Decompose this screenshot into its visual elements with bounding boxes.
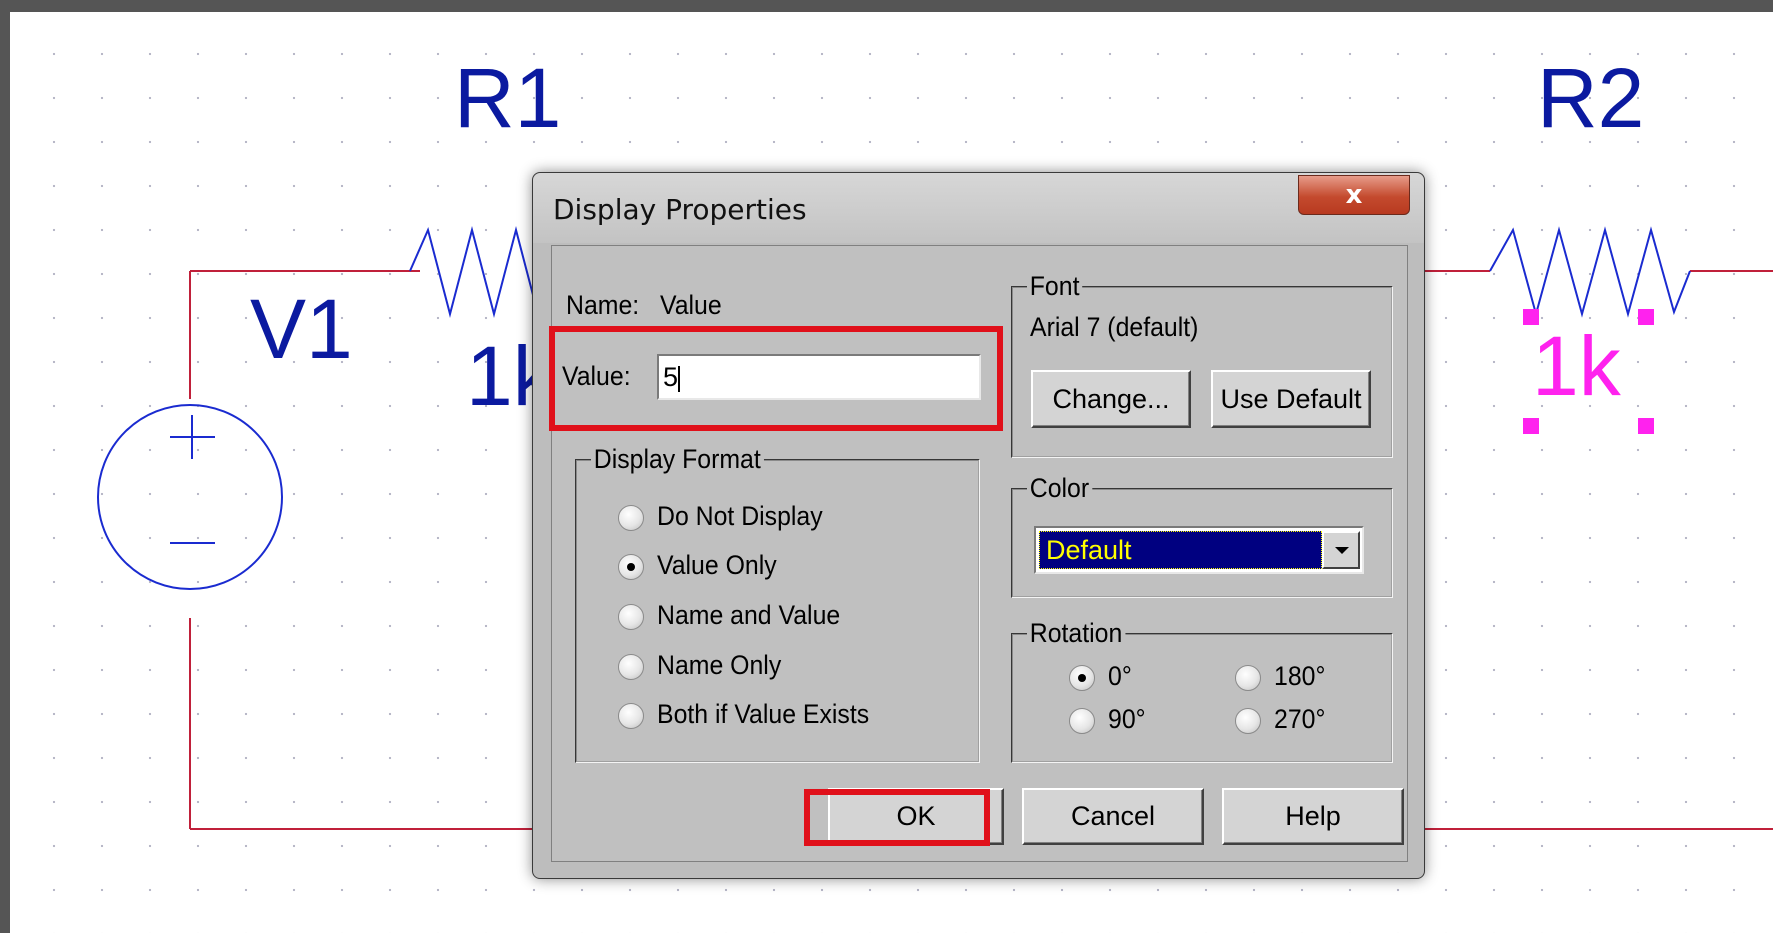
cancel-button[interactable]: Cancel [1022, 788, 1204, 845]
option-rotation-90[interactable]: 90° [1108, 704, 1146, 735]
rotation-group: Rotation 0° 90° 180° 270° [1011, 618, 1393, 763]
name-value: Value [660, 290, 722, 320]
resistor-r1-symbol [409, 226, 551, 318]
font-legend: Font [1027, 271, 1083, 302]
radio-rotation-270[interactable] [1235, 708, 1261, 734]
color-group: Color Default [1011, 473, 1393, 598]
chevron-down-icon[interactable] [1322, 531, 1360, 569]
option-name-only[interactable]: Name Only [657, 650, 781, 681]
font-current: Arial 7 (default) [1030, 312, 1199, 342]
selection-handle-br [1638, 418, 1654, 434]
value-input-text: 5 [663, 362, 679, 392]
value-input[interactable]: 5 [657, 354, 981, 400]
dialog-title: Display Properties [553, 193, 807, 226]
display-properties-dialog: Display Properties x Name: Value Value: … [532, 172, 1425, 879]
color-select[interactable]: Default [1034, 526, 1364, 574]
window-frame-top [0, 0, 1773, 12]
radio-rotation-0[interactable] [1069, 665, 1095, 691]
label-r2-value-selected[interactable]: 1k [1532, 324, 1621, 408]
label-v1[interactable]: V1 [250, 287, 353, 371]
radio-both-if-value-exists[interactable] [618, 703, 644, 729]
option-rotation-0[interactable]: 0° [1108, 661, 1132, 692]
dialog-client-area: Name: Value Value: 5 Display Format Do N… [551, 245, 1408, 862]
help-button[interactable]: Help [1222, 788, 1404, 845]
rotation-legend: Rotation [1027, 618, 1126, 649]
display-format-legend: Display Format [591, 444, 764, 475]
selection-handle-bl [1523, 418, 1539, 434]
value-label: Value: [562, 361, 631, 391]
radio-do-not-display[interactable] [618, 505, 644, 531]
name-label: Name: [566, 290, 640, 320]
color-legend: Color [1027, 473, 1092, 504]
display-format-group: Display Format Do Not Display Value Only… [575, 444, 980, 763]
text-caret [678, 365, 681, 392]
use-default-font-button[interactable]: Use Default [1211, 370, 1371, 428]
option-rotation-270[interactable]: 270° [1274, 704, 1325, 735]
label-r1[interactable]: R1 [454, 56, 561, 140]
label-r2[interactable]: R2 [1537, 56, 1644, 140]
radio-name-only[interactable] [618, 654, 644, 680]
close-button[interactable]: x [1298, 175, 1410, 215]
color-select-value: Default [1039, 531, 1322, 569]
option-do-not-display[interactable]: Do Not Display [657, 501, 823, 532]
ok-button[interactable]: OK [828, 788, 1004, 845]
resistor-r2-symbol [1489, 226, 1691, 318]
change-font-button[interactable]: Change... [1031, 370, 1191, 428]
selection-handle-tr [1638, 309, 1654, 325]
radio-name-and-value[interactable] [618, 604, 644, 630]
option-name-and-value[interactable]: Name and Value [657, 600, 840, 631]
window-frame-left [0, 0, 10, 933]
option-both-if-value-exists[interactable]: Both if Value Exists [657, 699, 869, 730]
option-rotation-180[interactable]: 180° [1274, 661, 1325, 692]
radio-rotation-90[interactable] [1069, 708, 1095, 734]
radio-rotation-180[interactable] [1235, 665, 1261, 691]
dialog-titlebar[interactable]: Display Properties x [533, 173, 1424, 243]
option-value-only[interactable]: Value Only [657, 550, 777, 581]
radio-value-only[interactable] [618, 554, 644, 580]
voltage-source-v1-symbol [97, 404, 283, 590]
font-group: Font Arial 7 (default) Change... Use Def… [1011, 271, 1393, 458]
